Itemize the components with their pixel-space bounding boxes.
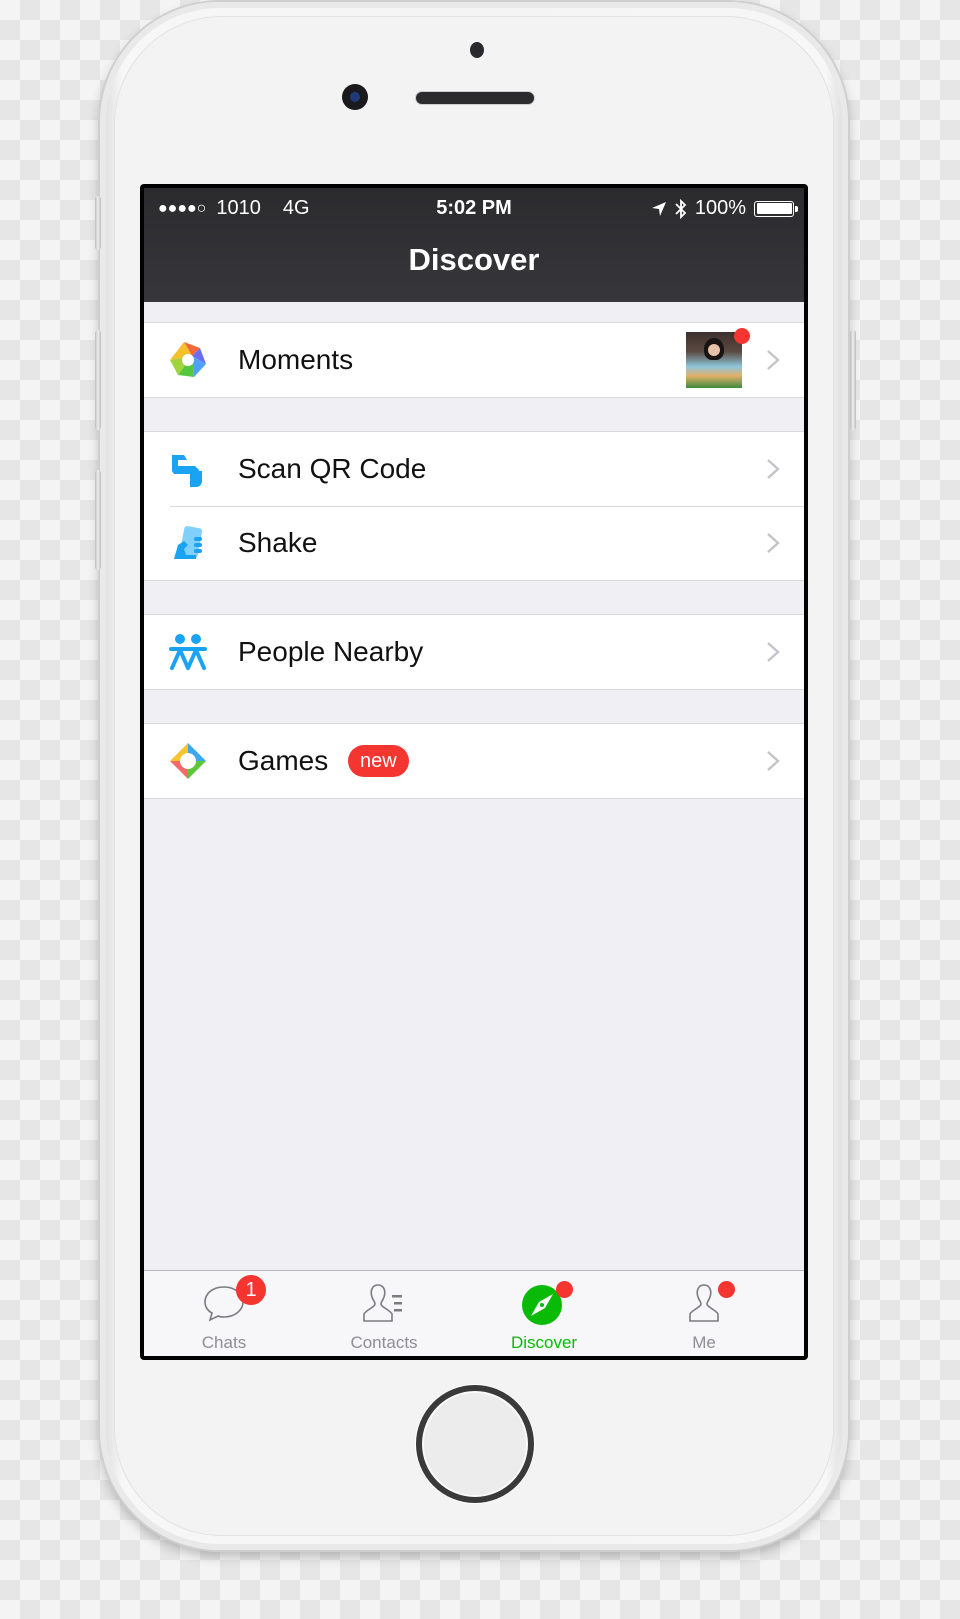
discover-dot	[556, 1281, 573, 1298]
list-item-people-nearby[interactable]: People Nearby	[144, 615, 804, 689]
power-button[interactable]	[850, 330, 856, 430]
front-camera	[342, 84, 368, 110]
tab-label: Chats	[201, 1333, 247, 1352]
navigation-bar: ●●●●○ 1010 4G 5:02 PM 100% Discover	[144, 188, 804, 302]
tab-contacts[interactable]: Contacts	[304, 1271, 464, 1356]
new-badge: new	[348, 745, 409, 777]
contacts-icon	[363, 1284, 402, 1322]
games-label: Games	[238, 745, 329, 776]
chevron-right-icon	[767, 533, 780, 553]
tab-discover[interactable]: Discover	[464, 1271, 624, 1356]
mute-switch[interactable]	[95, 196, 101, 250]
tab-chats[interactable]: 1 Chats	[144, 1271, 304, 1356]
scan-qr-icon	[172, 455, 202, 487]
page-title: Discover	[408, 242, 540, 277]
chevron-right-icon	[767, 350, 780, 370]
screen: ●●●●○ 1010 4G 5:02 PM 100% Discover Mome…	[140, 184, 808, 1360]
chevron-right-icon	[767, 459, 780, 479]
list-item-shake[interactable]: Shake	[144, 506, 804, 580]
battery-level	[756, 203, 792, 214]
tab-label: Me	[692, 1333, 716, 1352]
status-bar: ●●●●○ 1010 4G 5:02 PM 100%	[144, 188, 804, 226]
tab-bar: 1 Chats Contacts Discover Me	[144, 1270, 804, 1356]
earpiece-speaker	[416, 92, 534, 104]
list-item-moments[interactable]: Moments	[144, 323, 804, 397]
shake-phone-icon	[174, 526, 202, 559]
bluetooth-icon	[675, 198, 687, 219]
volume-up-button[interactable]	[95, 330, 101, 430]
people-group: People Nearby	[144, 614, 804, 690]
proximity-sensor	[470, 42, 484, 58]
moments-group: Moments	[144, 322, 804, 398]
volume-down-button[interactable]	[95, 470, 101, 570]
chats-unread-badge: 1	[236, 1275, 266, 1305]
scan-qr-label: Scan QR Code	[238, 453, 427, 484]
tab-label: Discover	[510, 1333, 578, 1352]
tab-label: Contacts	[350, 1333, 418, 1352]
games-group: Games new	[144, 723, 804, 799]
people-nearby-label: People Nearby	[238, 636, 424, 667]
home-button[interactable]	[416, 1385, 534, 1503]
moments-aperture-icon	[170, 342, 206, 377]
chevron-right-icon	[767, 751, 780, 771]
games-icon	[170, 743, 206, 779]
moments-unread-dot	[734, 328, 750, 344]
app-view: ●●●●○ 1010 4G 5:02 PM 100% Discover Mome…	[144, 188, 804, 1356]
moments-label: Moments	[238, 344, 354, 375]
battery-percent: 100%	[694, 197, 746, 219]
moments-thumbnail	[686, 332, 742, 388]
people-nearby-icon	[169, 634, 207, 670]
list-item-scan-qr-code[interactable]: Scan QR Code	[144, 432, 804, 506]
tools-group: Scan QR Code Shake	[144, 431, 804, 581]
location-arrow-icon	[651, 201, 666, 216]
shake-label: Shake	[238, 527, 318, 558]
battery-icon	[754, 200, 798, 217]
me-dot	[718, 1281, 735, 1298]
chevron-right-icon	[767, 642, 780, 662]
list-item-games[interactable]: Games new	[144, 724, 804, 798]
tab-me[interactable]: Me	[624, 1271, 784, 1356]
